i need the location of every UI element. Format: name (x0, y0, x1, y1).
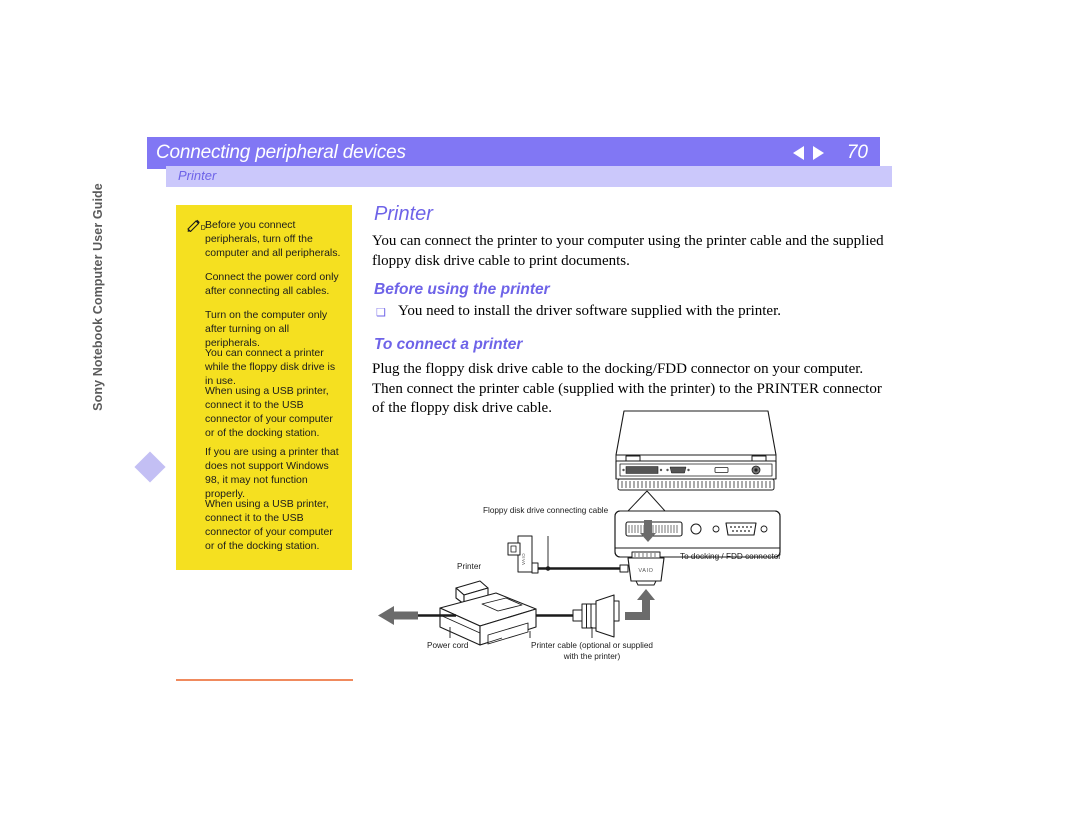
label-printer: Printer (457, 562, 482, 571)
footer-divider (176, 679, 353, 681)
intro-paragraph: You can connect the printer to your comp… (372, 233, 884, 269)
printer-body (439, 580, 537, 646)
diamond-marker-icon (134, 451, 166, 483)
label-printer-cable-line2: with the printer) (563, 652, 621, 661)
power-cord-arrow (378, 606, 418, 625)
svg-text:VAIO: VAIO (521, 553, 526, 565)
cable-callout-ticks (545, 536, 551, 571)
printer-connection-diagram: VAIO VAIO Floppy disk drive connecting c… (370, 405, 810, 670)
notebook-rear-view (615, 410, 777, 491)
bullet-item-text: You need to install the driver software … (398, 303, 781, 319)
note-paragraph: You can connect a printer while the flop… (205, 347, 336, 388)
subheader-bar (166, 166, 892, 187)
printer-plug-insert-arrow (625, 589, 655, 620)
label-fdd-connecting-cable: Floppy disk drive connecting cable (483, 506, 609, 515)
triangle-left-icon[interactable] (792, 146, 804, 160)
pencil-note-icon: D (187, 219, 206, 232)
note-paragraph: When using a USB printer, connect it to … (205, 385, 333, 440)
page-number: 70 (846, 142, 868, 163)
triangle-right-icon[interactable] (812, 146, 824, 160)
vaio-cable-plug: VAIO (602, 551, 665, 586)
note-paragraph: Turn on the computer only after turning … (205, 309, 328, 350)
page-title: Connecting peripheral devices (156, 142, 406, 163)
bullet-marker-icon: ❑ (376, 307, 386, 319)
docking-fdd-connector-block (614, 510, 781, 558)
label-printer-cable-line1: Printer cable (optional or supplied (531, 641, 653, 650)
breadcrumb-subtitle: Printer (178, 168, 217, 183)
heading-to-connect-printer: To connect a printer (374, 336, 523, 353)
label-docking-fdd-connector: To docking / FDD connector (680, 552, 782, 561)
note-paragraph: When using a USB printer, connect it to … (205, 498, 333, 553)
note-panel: D Before you connect peripherals, turn o… (176, 205, 352, 570)
printer-cable-plug (556, 594, 620, 638)
vertical-guide-title: Sony Notebook Computer User Guide (91, 183, 105, 411)
header-navigation: 70 (792, 142, 868, 164)
note-paragraph: If you are using a printer that does not… (205, 446, 339, 501)
heading-before-using-printer: Before using the printer (374, 281, 550, 298)
note-paragraph: Before you connect peripherals, turn off… (205, 219, 341, 260)
page-header-bar: Connecting peripheral devices 70 (147, 137, 880, 169)
note-paragraph: Connect the power cord only after connec… (205, 271, 339, 298)
diagram-illustration: VAIO VAIO (378, 410, 781, 646)
callout-wedge (627, 490, 666, 512)
svg-text:VAIO: VAIO (638, 568, 653, 574)
label-power-cord: Power cord (427, 641, 469, 650)
printer-port-connector: VAIO (507, 535, 539, 574)
section-title: Printer (374, 203, 433, 225)
